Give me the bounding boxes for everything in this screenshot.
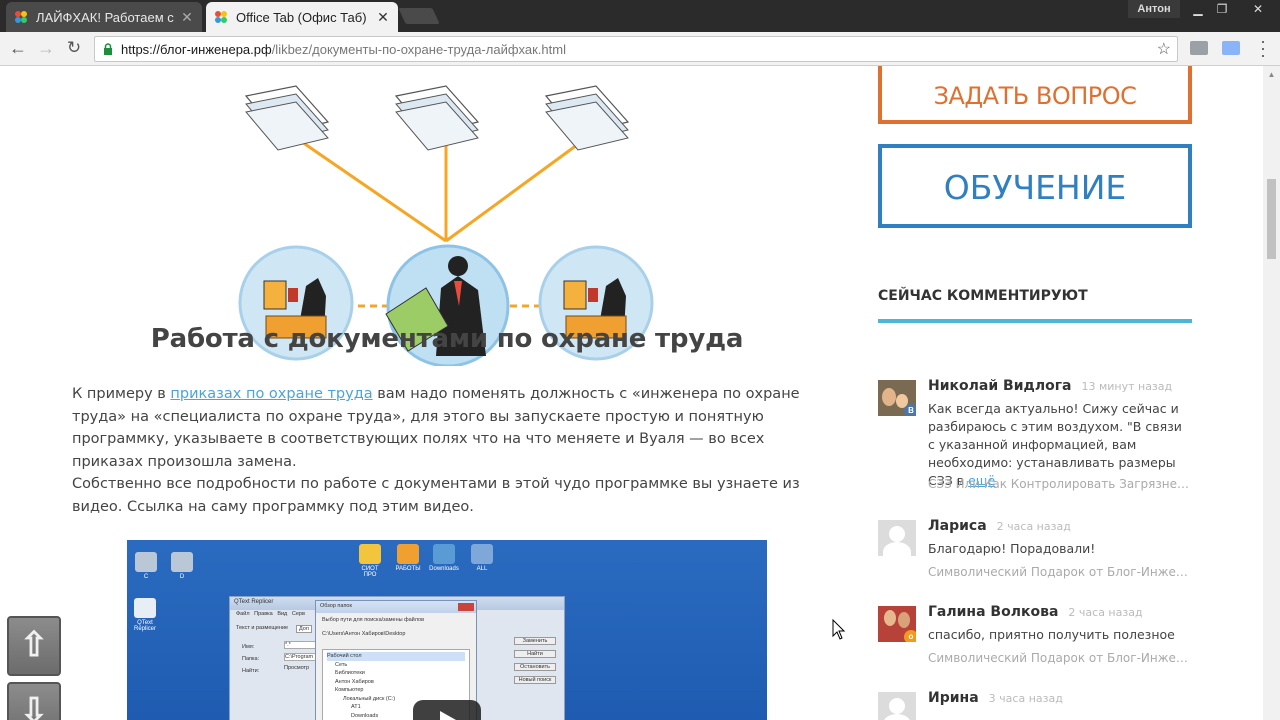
close-tab-icon[interactable]: ✕ <box>180 9 194 26</box>
address-bar[interactable]: https://блог-инженера.рф/likbez/документ… <box>94 36 1178 62</box>
reload-icon[interactable]: ↻ <box>62 36 86 60</box>
app-tab-extra: Доп <box>296 625 312 633</box>
heading-divider <box>878 319 1192 323</box>
close-window-icon[interactable]: ✕ <box>1240 0 1276 18</box>
mouse-cursor-icon <box>832 619 846 640</box>
comment-time: 2 часа назад <box>996 520 1071 533</box>
comment-author[interactable]: Николай Видлога 13 минут назад <box>928 378 1172 394</box>
avatar[interactable]: B <box>878 380 916 416</box>
comment-text: спасибо, приятно получить полезное <box>928 627 1175 642</box>
app-checkbox: Просмотр <box>284 665 310 671</box>
dialog-path: C:\Users\Антон Хабиров\Desktop <box>322 631 406 637</box>
vk-badge-icon: B <box>904 404 916 416</box>
comment-author[interactable]: Лариса 2 часа назад <box>928 518 1071 534</box>
close-tab-icon[interactable]: ✕ <box>376 9 390 26</box>
dialog-title: Обзор папок <box>316 601 476 613</box>
article-paragraph-2: Собственно все подробности по работе с д… <box>72 476 800 515</box>
url-path: /likbez/документы-по-охране-труда-лайфха… <box>271 42 566 57</box>
article-title: Работа с документами по охране труда <box>150 324 744 354</box>
video-play-button[interactable] <box>413 700 481 720</box>
browser-toolbar: ← → ↻ https://блог-инженера.рф/likbez/до… <box>0 32 1280 66</box>
restore-icon[interactable]: ❐ <box>1208 0 1236 18</box>
avatar[interactable] <box>878 520 916 556</box>
paper-stack-icon <box>244 85 330 151</box>
ask-question-button[interactable]: ЗАДАТЬ ВОПРОС <box>878 66 1192 124</box>
comment-post-link[interactable]: СЗЗ Или Как Контролировать Загрязнение .… <box>928 477 1192 491</box>
comments-heading: СЕЙЧАС КОММЕНТИРУЮТ <box>878 288 1088 304</box>
tab-title: ЛАЙФХАК! Работаем с Д <box>36 9 174 25</box>
ok-badge-icon: o <box>904 630 916 642</box>
scroll-down-button[interactable]: ⇩ <box>7 682 61 720</box>
comment-time: 2 часа назад <box>1068 606 1143 619</box>
comment-text: Благодарю! Порадовали! <box>928 541 1096 556</box>
desktop-icon: C <box>131 552 161 580</box>
forward-icon[interactable]: → <box>34 36 58 60</box>
comment-post-link[interactable]: Символический Подарок от Блог-Инженера..… <box>928 651 1192 665</box>
avatar[interactable]: o <box>878 606 916 642</box>
site-favicon-icon <box>215 11 227 23</box>
comment-post-link[interactable]: Символический Подарок от Блог-Инженера..… <box>928 565 1192 579</box>
paper-stack-icon <box>394 85 480 151</box>
desktop-icon: QText Replicer <box>130 598 160 632</box>
comment-time: 3 часа назад <box>988 692 1063 705</box>
page-scrollbar[interactable]: ▲ <box>1263 66 1280 720</box>
dialog-close-icon <box>458 603 474 611</box>
app-side-buttons: Заменить Найти Остановить Новый поиск <box>514 637 556 684</box>
learning-button[interactable]: ОБУЧЕНИЕ <box>878 144 1192 228</box>
back-icon[interactable]: ← <box>6 36 30 60</box>
gmail-extension-icon[interactable] <box>1190 41 1208 55</box>
comment-author[interactable]: Ирина 3 часа назад <box>928 690 1063 706</box>
url-host: https://блог-инженера.рф <box>121 42 272 57</box>
desktop-icon: РАБОТЫ <box>393 544 423 572</box>
app-fields: Имя: Папка: Найти: <box>242 644 260 674</box>
new-tab-button[interactable] <box>398 8 440 24</box>
profile-button[interactable]: Антон <box>1128 0 1180 18</box>
desktop-icon: Downloads <box>429 544 459 572</box>
tab-title: Office Tab (Офис Таб) 9. <box>236 9 370 25</box>
avatar[interactable] <box>878 692 916 720</box>
orders-link[interactable]: приказах по охране труда <box>170 386 372 402</box>
mail-checker-icon[interactable] <box>1222 41 1240 55</box>
browser-titlebar: ЛАЙФХАК! Работаем с Д ✕ Office Tab (Офис… <box>0 0 1280 32</box>
desktop-icon: СИОТ ПРО <box>355 544 385 578</box>
video-player[interactable]: C D СИОТ ПРО РАБОТЫ Downloads ALL QText … <box>127 540 767 720</box>
network-illustration <box>238 85 654 366</box>
app-tab: Текст и размещение <box>236 625 289 631</box>
web-page: Работа с документами по охране труда К п… <box>0 66 1263 720</box>
menu-icon[interactable]: · · · <box>1258 32 1268 64</box>
dialog-prompt: Выбор пути для поиска/замены файлов <box>322 617 425 623</box>
bookmark-star-icon[interactable]: ☆ <box>1157 39 1171 59</box>
paper-stack-icon <box>544 85 630 151</box>
comment-time: 13 минут назад <box>1081 380 1173 393</box>
scroll-up-button[interactable]: ⇧ <box>7 616 61 676</box>
comment-author[interactable]: Галина Волкова 2 часа назад <box>928 604 1143 620</box>
para1-text: К примеру в <box>72 386 171 402</box>
article-paragraph-1: К примеру в приказах по охране труда вам… <box>72 383 812 473</box>
lock-icon <box>104 43 112 55</box>
tab-office-tab[interactable]: Office Tab (Офис Таб) 9. ✕ <box>206 2 398 32</box>
tab-lifehack[interactable]: ЛАЙФХАК! Работаем с Д ✕ <box>6 2 202 32</box>
desktop-icon: D <box>167 552 197 580</box>
scroll-up-arrow-icon[interactable]: ▲ <box>1267 70 1276 79</box>
site-favicon-icon <box>15 11 27 23</box>
url-text: https://блог-инженера.рф/likbez/документ… <box>121 42 566 57</box>
desktop-icon: ALL <box>467 544 497 572</box>
scrollbar-thumb[interactable] <box>1267 179 1276 259</box>
